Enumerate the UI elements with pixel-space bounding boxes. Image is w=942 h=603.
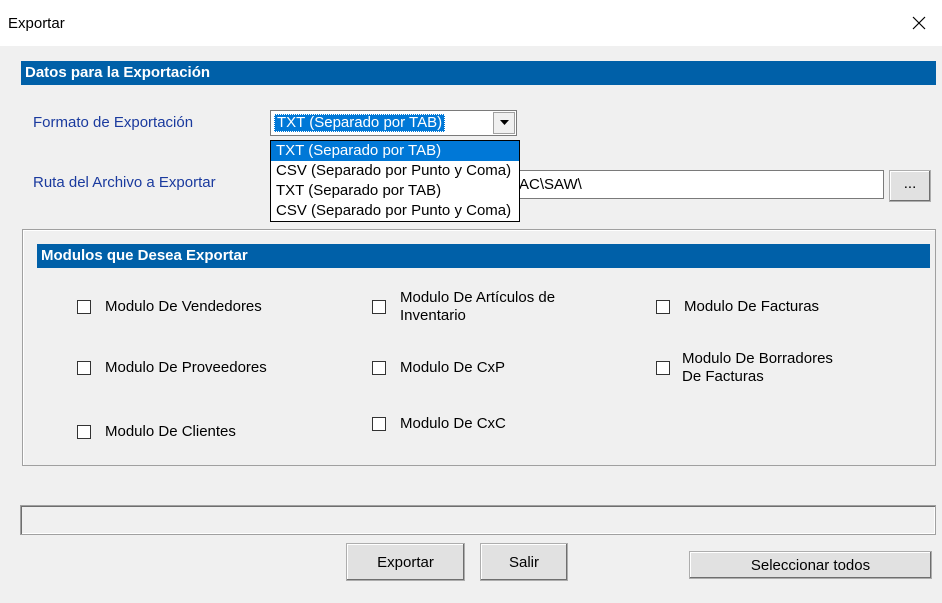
format-option[interactable]: CSV (Separado por Punto y Coma) [271,161,519,181]
format-option[interactable]: TXT (Separado por TAB) [271,141,519,161]
close-icon [912,16,926,30]
checkbox-label: Modulo De Vendedores [105,298,262,315]
path-label: Ruta del Archivo a Exportar [33,174,216,191]
checkbox-box[interactable] [372,417,386,431]
checkbox-facturas[interactable]: Modulo De Facturas [656,298,819,316]
select-all-button[interactable]: Seleccionar todos [689,551,932,579]
format-label: Formato de Exportación [33,114,194,131]
format-dropdown-list[interactable]: TXT (Separado por TAB) CSV (Separado por… [270,140,520,222]
checkbox-label: Modulo De Borradores De Facturas [682,350,833,385]
checkbox-box[interactable] [372,300,386,314]
export-button[interactable]: Exportar [346,543,465,581]
checkbox-label: Modulo De Proveedores [105,359,267,376]
checkbox-label: Modulo De Artículos de Inventario [400,289,556,324]
checkbox-box[interactable] [656,300,670,314]
exit-button[interactable]: Salir [480,543,568,581]
checkbox-label: Modulo De Clientes [105,423,236,440]
checkbox-label: Modulo De Facturas [684,298,820,315]
format-select[interactable]: TXT (Separado por TAB) [270,110,517,136]
checkbox-box[interactable] [656,361,670,375]
modules-header: Modulos que Desea Exportar [37,244,930,268]
title-bar: Exportar [0,0,942,46]
checkbox-proveedores[interactable]: Modulo De Proveedores [77,359,267,377]
window-title: Exportar [8,15,65,32]
checkbox-box[interactable] [77,300,91,314]
checkbox-box[interactable] [372,361,386,375]
format-dropdown-button[interactable] [493,112,515,134]
chevron-down-icon [499,120,509,125]
checkbox-label: Modulo De CxP [400,359,506,376]
checkbox-cxc[interactable]: Modulo De CxC [372,415,506,433]
checkbox-borradores[interactable]: Modulo De Borradores De Facturas [656,350,852,386]
browse-button[interactable]: ... [889,170,931,202]
progress-bar [20,505,936,535]
checkbox-cxp[interactable]: Modulo De CxP [372,359,505,377]
checkbox-box[interactable] [77,425,91,439]
export-data-header: Datos para la Exportación [21,61,936,85]
checkbox-vendedores[interactable]: Modulo De Vendedores [77,298,262,316]
format-option[interactable]: CSV (Separado por Punto y Coma) [271,201,519,221]
format-selected-value: TXT (Separado por TAB) [274,114,446,132]
format-option[interactable]: TXT (Separado por TAB) [271,181,519,201]
checkbox-box[interactable] [77,361,91,375]
checkbox-articulos[interactable]: Modulo De Artículos de Inventario [372,289,600,325]
checkbox-label: Modulo De CxC [400,415,506,432]
checkbox-clientes[interactable]: Modulo De Clientes [77,423,236,441]
close-button[interactable] [896,0,942,46]
